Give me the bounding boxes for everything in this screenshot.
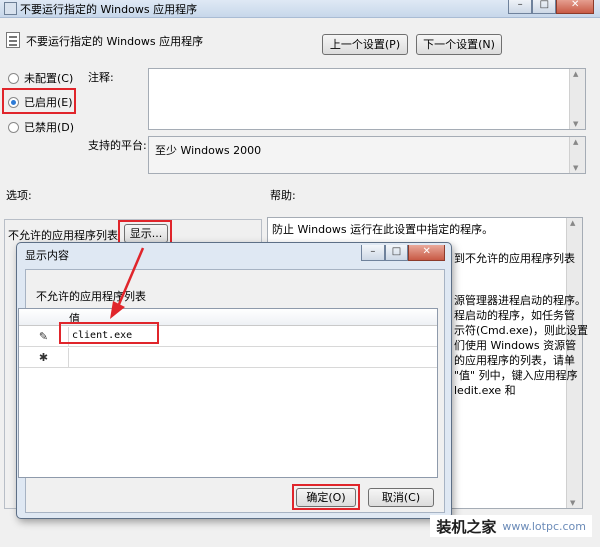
maximize-button[interactable]: □ [532, 0, 557, 14]
show-button[interactable]: 显示... [124, 224, 168, 243]
watermark-main: 装机之家 [436, 517, 497, 536]
radio-enabled[interactable]: 已启用(E) [8, 94, 73, 110]
dialog-caption-buttons: – □ ✕ [361, 245, 446, 262]
watermark: 装机之家 www.lotpc.com [430, 515, 592, 537]
help-label: 帮助: [270, 189, 296, 202]
table-row[interactable]: ✱ [19, 348, 437, 368]
platform-scrollbar[interactable] [569, 137, 585, 173]
window-titlebar: 不要运行指定的 Windows 应用程序 – □ ✕ [0, 0, 600, 18]
radio-circle [8, 72, 19, 84]
next-setting-button[interactable]: 下一个设置(N) [416, 34, 502, 55]
platform-box: 至少 Windows 2000 [148, 136, 586, 174]
policy-title: 不要运行指定的 Windows 应用程序 [26, 35, 204, 48]
comment-label: 注释: [88, 71, 114, 84]
row-new-icon: ✱ [19, 348, 69, 368]
radio-circle [8, 121, 19, 133]
radio-disabled[interactable]: 已禁用(D) [8, 119, 74, 135]
cancel-button[interactable]: 取消(C) [368, 488, 434, 507]
window-caption-buttons: – □ ✕ [508, 0, 594, 14]
watermark-url: www.lotpc.com [502, 519, 586, 533]
app-icon [4, 2, 17, 15]
help-line: 示符(Cmd.exe)，则此设置 [454, 324, 588, 337]
radio-label: 已禁用(D) [24, 121, 75, 134]
window-title: 不要运行指定的 Windows 应用程序 [20, 3, 198, 16]
help-line: "值" 列中，键入应用程序 [454, 369, 578, 382]
previous-setting-button[interactable]: 上一个设置(P) [322, 34, 408, 55]
help-line: ledit.exe 和 [454, 384, 516, 397]
minimize-button[interactable]: – [508, 0, 533, 14]
red-arrow-icon [110, 247, 145, 319]
highlight-box-value [59, 322, 159, 344]
help-line: 防止 Windows 运行在此设置中指定的程序。 [272, 223, 494, 236]
help-line: 程启动的程序，如任务管 [454, 309, 575, 322]
platform-value: 至少 Windows 2000 [155, 144, 262, 157]
help-line: 们使用 Windows 资源管 [454, 339, 577, 352]
close-button[interactable]: ✕ [556, 0, 594, 14]
policy-icon [6, 32, 20, 48]
ok-button[interactable]: 确定(O) [296, 488, 356, 507]
dialog-close-button[interactable]: ✕ [408, 245, 446, 261]
radio-not-configured[interactable]: 未配置(C) [8, 70, 73, 86]
platform-label: 支持的平台: [88, 139, 147, 152]
radio-label: 未配置(C) [24, 72, 74, 85]
help-line: 源管理器进程启动的程序。 [454, 294, 586, 307]
dialog-title: 显示内容 [25, 249, 69, 262]
comment-scrollbar[interactable] [569, 69, 585, 129]
help-line: 到不允许的应用程序列表 [454, 252, 575, 265]
options-label: 选项: [6, 189, 32, 202]
options-list-label: 不允许的应用程序列表 [8, 229, 118, 242]
comment-textarea[interactable] [148, 68, 586, 130]
dialog-maximize-button[interactable]: □ [384, 245, 409, 261]
dialog-minimize-button[interactable]: – [361, 245, 385, 261]
help-line: 的应用程序的列表，请单 [454, 354, 575, 367]
radio-label: 已启用(E) [24, 96, 73, 109]
radio-circle-selected [8, 96, 19, 108]
